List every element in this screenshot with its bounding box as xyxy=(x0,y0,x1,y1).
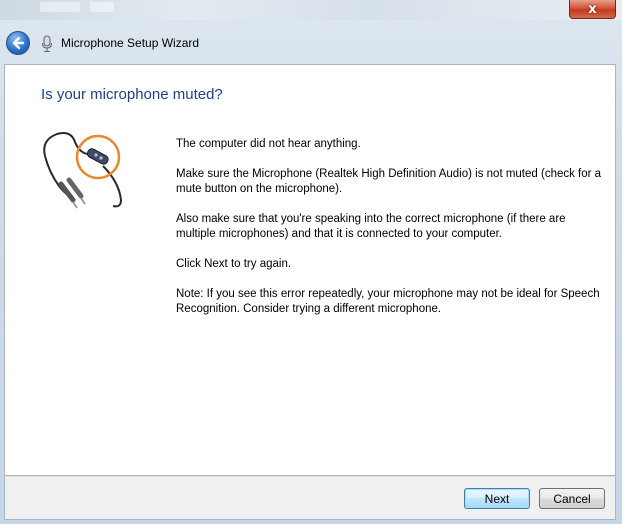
message-body: The computer did not hear anything. Make… xyxy=(176,137,606,332)
window-bottom-edge xyxy=(0,520,622,524)
next-button[interactable]: Next xyxy=(464,488,530,509)
message-paragraph: The computer did not hear anything. xyxy=(176,138,361,150)
message-paragraph: Also make sure that you're speaking into… xyxy=(176,213,566,240)
back-arrow-icon xyxy=(12,36,25,50)
close-icon: x xyxy=(588,1,597,17)
message-paragraph: Note: If you see this error repeatedly, … xyxy=(176,288,600,315)
message-paragraph: Make sure the Microphone (Realtek High D… xyxy=(176,168,602,195)
page-title: Is your microphone muted? xyxy=(41,86,223,103)
title-bar xyxy=(0,0,622,20)
wizard-header: Microphone Setup Wizard xyxy=(0,22,622,64)
back-button[interactable] xyxy=(6,31,30,55)
wizard-window: x Microphone Setup Wizard Is your microp… xyxy=(0,0,622,524)
wizard-content: Is your microphone muted? The computer d… xyxy=(4,64,616,476)
microphone-icon xyxy=(42,35,52,52)
window-title: Microphone Setup Wizard xyxy=(61,36,200,50)
message-paragraph: Click Next to try again. xyxy=(176,258,292,270)
headset-microphone-cable-icon xyxy=(43,132,123,209)
cancel-button[interactable]: Cancel xyxy=(539,488,605,509)
close-button[interactable]: x xyxy=(569,0,616,19)
wizard-footer: Next Cancel xyxy=(4,476,616,520)
